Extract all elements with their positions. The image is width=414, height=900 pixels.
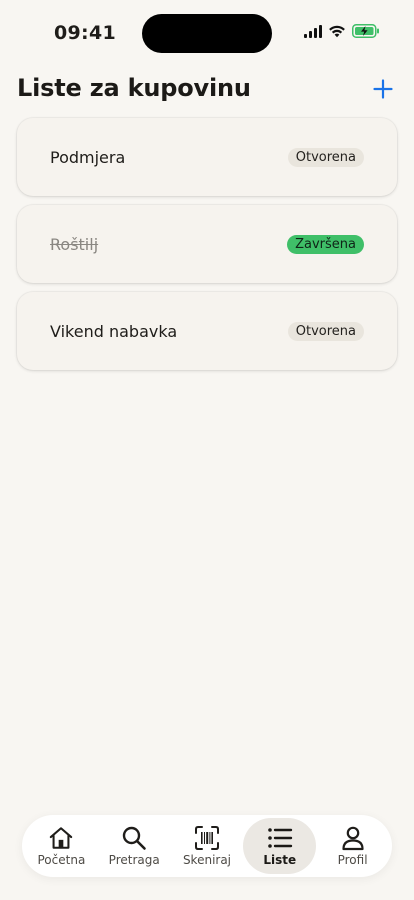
tab-bar: Početna Pretraga Skeniraj Liste Profil [22, 815, 392, 877]
home-icon [48, 825, 74, 851]
signal-icon [304, 24, 322, 38]
list-item-name: Podmjera [50, 147, 126, 167]
tab-search[interactable]: Pretraga [98, 818, 171, 874]
list-item[interactable]: Vikend nabavka Otvorena [17, 292, 397, 370]
tab-scan[interactable]: Skeniraj [171, 818, 244, 874]
shopping-lists: Podmjera Otvorena Roštilj Završena Viken… [17, 118, 397, 379]
add-list-button[interactable] [370, 76, 396, 102]
search-icon [121, 825, 147, 851]
list-item-name: Roštilj [50, 234, 99, 254]
status-icons [304, 24, 380, 38]
list-icon [267, 825, 293, 851]
tab-home[interactable]: Početna [25, 818, 98, 874]
status-badge: Otvorena [287, 321, 364, 341]
tab-profile[interactable]: Profil [316, 818, 389, 874]
tab-label: Profil [337, 853, 368, 867]
tab-lists[interactable]: Liste [243, 818, 317, 874]
status-badge: Završena [287, 234, 364, 254]
status-time: 09:41 [54, 22, 116, 44]
list-item-name: Vikend nabavka [50, 321, 178, 341]
profile-icon [340, 825, 366, 851]
plus-icon [373, 79, 393, 99]
battery-charging-icon [352, 24, 380, 38]
status-badge: Otvorena [287, 147, 364, 167]
page-title: Liste za kupovinu [17, 74, 251, 102]
list-item[interactable]: Podmjera Otvorena [17, 118, 397, 196]
tab-label: Liste [263, 853, 297, 867]
status-bar: 09:41 [0, 0, 414, 60]
tab-label: Skeniraj [182, 853, 232, 867]
list-item[interactable]: Roštilj Završena [17, 205, 397, 283]
dynamic-island [142, 14, 272, 53]
tab-label: Pretraga [108, 853, 160, 867]
barcode-scan-icon [194, 825, 220, 851]
tab-label: Početna [37, 853, 86, 867]
wifi-icon [328, 24, 346, 38]
